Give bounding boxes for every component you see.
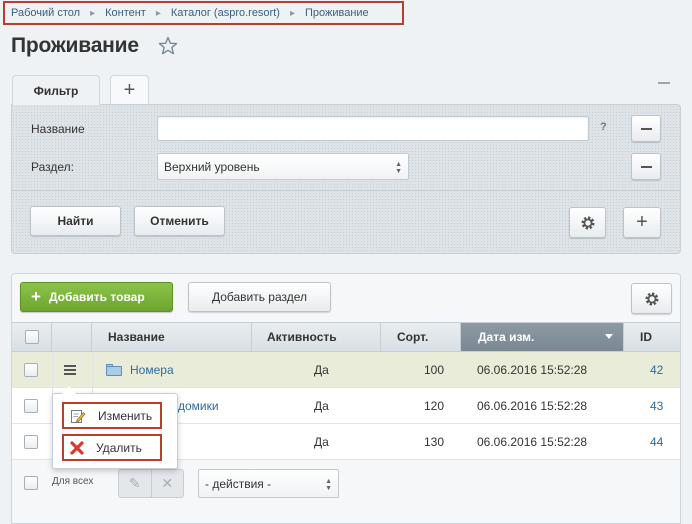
column-header-id[interactable]: ID bbox=[624, 323, 680, 351]
footer-select-all bbox=[24, 476, 38, 490]
filter-name-input[interactable] bbox=[157, 116, 589, 141]
column-header-sort[interactable]: Сорт. bbox=[381, 323, 461, 351]
filter-name-label: Название bbox=[31, 122, 85, 136]
breadcrumb-separator: ▸ bbox=[289, 7, 295, 19]
select-all-cell bbox=[12, 323, 52, 351]
column-header-name[interactable]: Название bbox=[92, 323, 252, 351]
breadcrumb: Рабочий стол ▸ Контент ▸ Каталог (aspro.… bbox=[3, 1, 404, 25]
row-sort: 120 bbox=[424, 399, 445, 413]
context-menu-edit-label: Изменить bbox=[98, 408, 153, 423]
row-sort: 130 bbox=[424, 435, 445, 449]
breadcrumb-item-catalog[interactable]: Каталог (aspro.resort) bbox=[171, 7, 280, 19]
cancel-button[interactable]: Отменить bbox=[134, 206, 225, 236]
breadcrumb-separator: ▸ bbox=[90, 7, 96, 19]
row-id[interactable]: 42 bbox=[650, 352, 663, 388]
row-active: Да bbox=[314, 435, 329, 449]
filter-section-label: Раздел: bbox=[31, 160, 74, 174]
favorite-star-icon[interactable] bbox=[158, 36, 178, 56]
row-date: 06.06.2016 15:52:28 bbox=[477, 399, 588, 413]
for-all-checkbox[interactable] bbox=[24, 476, 38, 490]
plus-icon: + bbox=[31, 287, 41, 306]
add-product-button[interactable]: + Добавить товар bbox=[20, 282, 173, 312]
row-name-link[interactable]: домики bbox=[178, 388, 219, 424]
column-header-active[interactable]: Активность bbox=[252, 323, 381, 351]
bulk-actions-value: - действия - bbox=[205, 476, 272, 491]
gear-icon bbox=[645, 292, 658, 305]
breadcrumb-separator: ▸ bbox=[155, 7, 161, 19]
help-icon: ? bbox=[600, 121, 607, 133]
row-checkbox-cell bbox=[24, 424, 38, 460]
remove-section-field-button[interactable] bbox=[631, 153, 661, 180]
row-sort: 100 bbox=[424, 363, 445, 377]
context-menu-arrow bbox=[62, 386, 76, 394]
table-header: Название Активность Сорт. Дата изм. ID bbox=[12, 322, 680, 352]
row-name-link[interactable]: Номера bbox=[106, 352, 174, 388]
updown-arrows-icon: ▲ ▼ bbox=[325, 478, 332, 492]
remove-name-field-button[interactable] bbox=[631, 115, 661, 142]
bulk-edit-pencil-icon[interactable]: ✎ bbox=[119, 470, 152, 497]
context-menu-edit[interactable]: Изменить bbox=[62, 402, 162, 429]
row-checkbox-cell bbox=[24, 352, 38, 388]
filter-settings-button[interactable] bbox=[569, 207, 606, 238]
edit-icon bbox=[71, 409, 86, 423]
for-all-label: Для всех bbox=[52, 476, 94, 487]
row-checkbox[interactable] bbox=[24, 399, 38, 413]
context-menu-delete-label: Удалить bbox=[96, 440, 142, 455]
row-actions-button[interactable] bbox=[64, 352, 76, 388]
row-context-menu: Изменить Удалить bbox=[52, 393, 178, 469]
updown-arrows-icon: ▲ ▼ bbox=[395, 161, 402, 175]
minus-icon bbox=[640, 127, 652, 130]
filter-divider bbox=[12, 190, 680, 191]
hamburger-menu-icon bbox=[64, 365, 76, 375]
table-row[interactable]: Номера Да 100 06.06.2016 15:52:28 42 bbox=[12, 352, 680, 388]
row-checkbox[interactable] bbox=[24, 363, 38, 377]
add-product-label: Добавить товар bbox=[48, 290, 145, 304]
row-checkbox[interactable] bbox=[24, 435, 38, 449]
bulk-delete-x-icon[interactable]: ✕ bbox=[152, 470, 184, 497]
add-filter-tab-button[interactable]: + bbox=[110, 75, 149, 105]
row-date: 06.06.2016 15:52:28 bbox=[477, 363, 588, 377]
row-id[interactable]: 43 bbox=[650, 388, 663, 424]
select-all-checkbox[interactable] bbox=[24, 330, 39, 344]
minus-icon bbox=[640, 165, 652, 168]
row-id[interactable]: 44 bbox=[650, 424, 663, 460]
minimize-filter-icon[interactable] bbox=[658, 82, 670, 84]
delete-icon bbox=[70, 440, 84, 455]
row-name: Номера bbox=[130, 363, 174, 377]
row-active: Да bbox=[314, 363, 329, 377]
row-checkbox-cell bbox=[24, 388, 38, 424]
filter-section-select[interactable]: Верхний уровень ▲ ▼ bbox=[157, 153, 409, 180]
add-section-button[interactable]: Добавить раздел bbox=[188, 282, 331, 312]
column-header-date[interactable]: Дата изм. bbox=[461, 323, 624, 351]
breadcrumb-item-content[interactable]: Контент bbox=[105, 7, 146, 19]
page-title: Проживание bbox=[11, 34, 139, 57]
filter-section-value: Верхний уровень bbox=[164, 159, 260, 174]
sort-desc-icon bbox=[605, 334, 613, 339]
find-button[interactable]: Найти bbox=[30, 206, 121, 236]
breadcrumb-item-desktop[interactable]: Рабочий стол bbox=[11, 7, 80, 19]
footer-action-buttons: ✎ ✕ bbox=[118, 469, 184, 498]
row-active: Да bbox=[314, 399, 329, 413]
add-filter-field-button[interactable]: + bbox=[623, 207, 661, 238]
gear-icon bbox=[581, 216, 594, 229]
actions-column-header bbox=[52, 323, 92, 351]
bulk-actions-select[interactable]: - действия - ▲ ▼ bbox=[198, 469, 339, 498]
filter-tab[interactable]: Фильтр bbox=[12, 75, 100, 105]
folder-icon bbox=[106, 364, 122, 376]
breadcrumb-item-current[interactable]: Проживание bbox=[305, 7, 369, 19]
grid-settings-button[interactable] bbox=[631, 283, 672, 314]
context-menu-delete[interactable]: Удалить bbox=[62, 434, 162, 461]
column-header-date-label: Дата изм. bbox=[478, 330, 535, 344]
row-date: 06.06.2016 15:52:28 bbox=[477, 435, 588, 449]
